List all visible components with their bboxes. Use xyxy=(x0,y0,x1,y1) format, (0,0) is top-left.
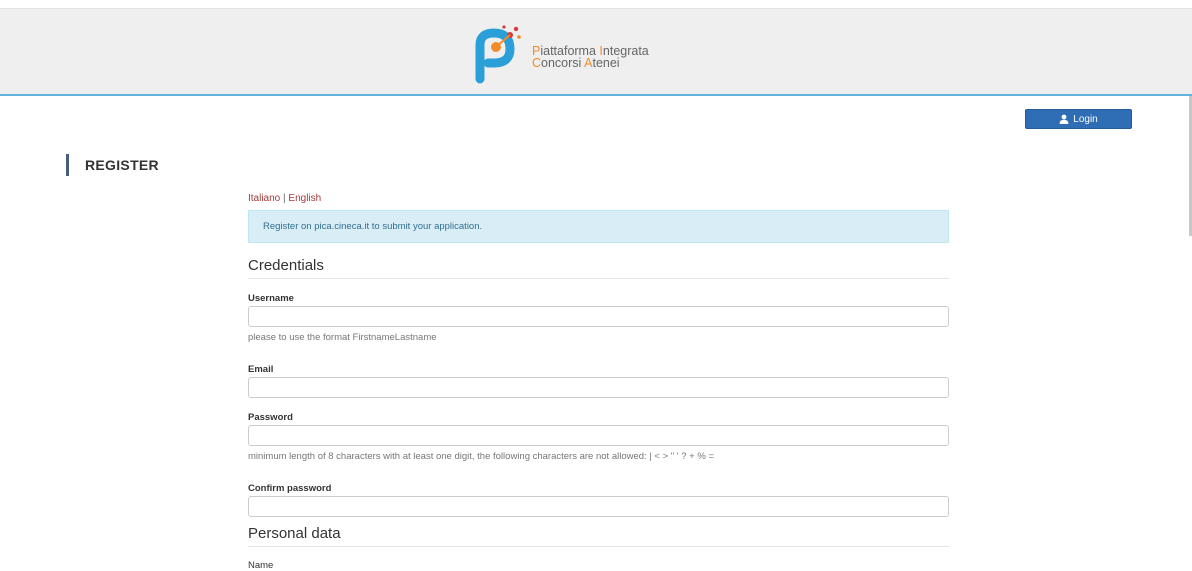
password-input[interactable] xyxy=(248,425,949,446)
logo-icon xyxy=(475,25,521,84)
personal-data-heading: Personal data xyxy=(248,525,949,547)
lang-english-link[interactable]: English xyxy=(288,193,321,204)
username-help: please to use the format FirstnameLastna… xyxy=(248,332,437,343)
user-icon xyxy=(1059,114,1069,124)
logo-text: Piattaforma Integrata Concorsi Atenei xyxy=(532,45,649,70)
password-help: minimum length of 8 characters with at l… xyxy=(248,451,715,462)
login-label: Login xyxy=(1073,113,1098,125)
email-input[interactable] xyxy=(248,377,949,398)
page-title: REGISTER xyxy=(66,154,159,176)
info-alert: Register on pica.cineca.it to submit you… xyxy=(248,210,949,243)
login-button[interactable]: Login xyxy=(1025,109,1132,129)
email-label: Email xyxy=(248,364,274,375)
lang-italiano-link[interactable]: Italiano xyxy=(248,193,280,204)
logo[interactable]: Piattaforma Integrata Concorsi Atenei xyxy=(466,23,736,87)
logo-segment: oncorsi xyxy=(541,56,585,70)
confirm-password-label: Confirm password xyxy=(248,483,332,494)
username-label: Username xyxy=(248,293,294,304)
site-header: Piattaforma Integrata Concorsi Atenei xyxy=(0,8,1192,96)
logo-line2: Concorsi Atenei xyxy=(532,56,649,70)
password-label: Password xyxy=(248,412,293,423)
logo-segment: C xyxy=(532,56,542,70)
language-switcher: Italiano | English xyxy=(248,193,321,204)
confirm-password-input[interactable] xyxy=(248,496,949,517)
credentials-heading: Credentials xyxy=(248,257,949,279)
username-input[interactable] xyxy=(248,306,949,327)
logo-segment: tenei xyxy=(592,56,620,70)
